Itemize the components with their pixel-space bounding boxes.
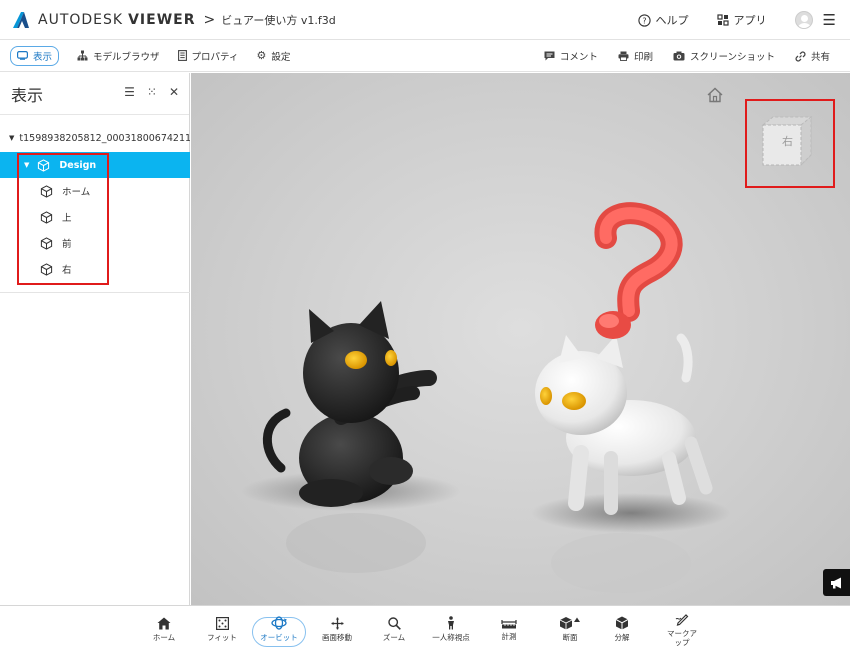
apps-label: アプリ <box>733 14 767 27</box>
hamburger-menu-icon[interactable]: ☰ <box>823 11 836 29</box>
brand-logo[interactable]: AUTODESK VIEWER <box>12 11 196 29</box>
pan-icon <box>331 617 343 629</box>
autodesk-viewer-app: AUTODESK VIEWER > ビュアー使い方 v1.f3d ? ヘルプ ア… <box>0 0 850 651</box>
white-cat-model <box>535 333 713 515</box>
comment-icon <box>544 51 555 61</box>
toolbar-properties-label: プロパティ <box>191 51 239 63</box>
user-avatar[interactable] <box>794 11 813 29</box>
camera-icon <box>673 51 685 61</box>
first-person-icon <box>448 616 454 630</box>
main-toolbar: 表示 モデルブラウザ プロパティ ⚙ 設定 コメント 印刷 スクリーンショット … <box>0 40 850 72</box>
toolbar-view-label: 表示 <box>33 51 53 63</box>
explode-icon <box>615 616 629 630</box>
bottom-toolbar: ホーム フィット オービット 画面移動 ズーム 一人称視点 計測 断面 分解 マ… <box>0 605 850 651</box>
link-icon <box>795 51 806 61</box>
panel-title: 表示 <box>11 85 44 105</box>
zoom-icon <box>387 616 401 630</box>
autodesk-logo-icon <box>13 11 29 28</box>
brand-product: VIEWER <box>128 11 196 28</box>
tool-label: 分解 <box>614 633 630 642</box>
header-actions: ? ヘルプ アプリ ☰ <box>637 0 850 40</box>
tool-zoom-button[interactable]: ズーム <box>377 606 411 651</box>
expand-triangle-icon[interactable]: ▼ <box>9 134 14 142</box>
apps-grid-icon <box>716 14 729 26</box>
toolbar-print-label: 印刷 <box>633 52 653 63</box>
tree-root-node[interactable]: ▼ t1598938205812_00031800674211793 <box>0 130 190 146</box>
tool-label: 計測 <box>501 631 517 641</box>
tool-label: マークア ップ <box>667 628 697 647</box>
monitor-icon <box>17 51 28 60</box>
megaphone-icon <box>830 577 841 588</box>
tool-home-button[interactable]: ホーム <box>146 606 182 651</box>
highlight-box-views-list <box>17 153 109 285</box>
file-name[interactable]: ビュアー使い方 v1.f3d <box>221 12 335 28</box>
home-icon[interactable] <box>706 86 724 104</box>
tool-label: オービット <box>260 633 298 642</box>
gear-icon: ⚙ <box>256 49 267 62</box>
announcement-button[interactable] <box>823 569 850 596</box>
markup-icon <box>675 613 689 626</box>
panel-controls: ☰ ⁙ ✕ <box>112 85 179 99</box>
toolbar-properties-button[interactable]: プロパティ <box>177 49 239 63</box>
grid-view-icon[interactable]: ⁙ <box>147 85 157 99</box>
tool-orbit-button[interactable]: オービット <box>256 606 302 651</box>
tool-label: ホーム <box>152 632 176 642</box>
orbit-icon <box>271 616 287 630</box>
toolbar-screenshot-button[interactable]: スクリーンショット <box>673 49 775 63</box>
apps-button[interactable]: アプリ <box>716 12 767 28</box>
help-button[interactable]: ? ヘルプ <box>637 12 689 28</box>
tool-measure-button[interactable]: 計測 <box>492 606 526 651</box>
toolbar-settings-button[interactable]: ⚙ 設定 <box>256 49 290 63</box>
toolbar-comment-button[interactable]: コメント <box>544 49 598 63</box>
tool-label: フィット <box>207 632 237 642</box>
brand-name: AUTODESK <box>38 11 124 28</box>
tool-first-person-button[interactable]: 一人称視点 <box>427 606 475 651</box>
tree-root-label: t1598938205812_00031800674211793 <box>19 132 190 144</box>
tool-label: 画面移動 <box>322 632 352 642</box>
tool-label: 一人称視点 <box>432 633 470 642</box>
tool-fit-button[interactable]: フィット <box>203 606 241 651</box>
toolbar-settings-label: 設定 <box>271 51 291 63</box>
printer-icon <box>618 51 629 61</box>
tool-label: 断面 <box>562 633 578 642</box>
toolbar-model-browser-label: モデルブラウザ <box>93 51 160 63</box>
list-view-icon[interactable]: ☰ <box>124 85 135 99</box>
toolbar-right-group: コメント 印刷 スクリーンショット 共有 <box>544 40 850 72</box>
toolbar-share-button[interactable]: 共有 <box>795 49 830 63</box>
toolbar-view-button[interactable]: 表示 <box>10 45 60 66</box>
toolbar-screenshot-label: スクリーンショット <box>689 52 775 63</box>
breadcrumb-separator: > <box>203 11 216 28</box>
document-icon <box>177 50 187 61</box>
fit-icon <box>215 616 229 630</box>
panel-divider <box>0 292 190 293</box>
tool-label: ズーム <box>382 632 406 642</box>
section-icon <box>559 617 580 630</box>
tool-section-button[interactable]: 断面 <box>550 606 590 651</box>
toolbar-comment-label: コメント <box>559 52 598 63</box>
home-icon <box>157 617 171 629</box>
tool-explode-button[interactable]: 分解 <box>605 606 639 651</box>
toolbar-share-label: 共有 <box>810 52 830 63</box>
help-label: ヘルプ <box>655 14 689 27</box>
toolbar-print-button[interactable]: 印刷 <box>618 49 653 63</box>
tree-icon <box>77 50 88 61</box>
svg-text:?: ? <box>642 16 646 25</box>
tool-pan-button[interactable]: 画面移動 <box>318 606 356 651</box>
help-icon: ? <box>637 13 651 27</box>
toolbar-model-browser-button[interactable]: モデルブラウザ <box>77 49 160 63</box>
close-icon[interactable]: ✕ <box>169 85 179 99</box>
measure-icon <box>501 619 517 628</box>
tool-markup-button[interactable]: マークア ップ <box>660 606 704 651</box>
highlight-box-viewcube <box>745 99 835 188</box>
top-header: AUTODESK VIEWER > ビュアー使い方 v1.f3d ? ヘルプ ア… <box>0 0 850 40</box>
question-mark-model <box>594 202 683 339</box>
